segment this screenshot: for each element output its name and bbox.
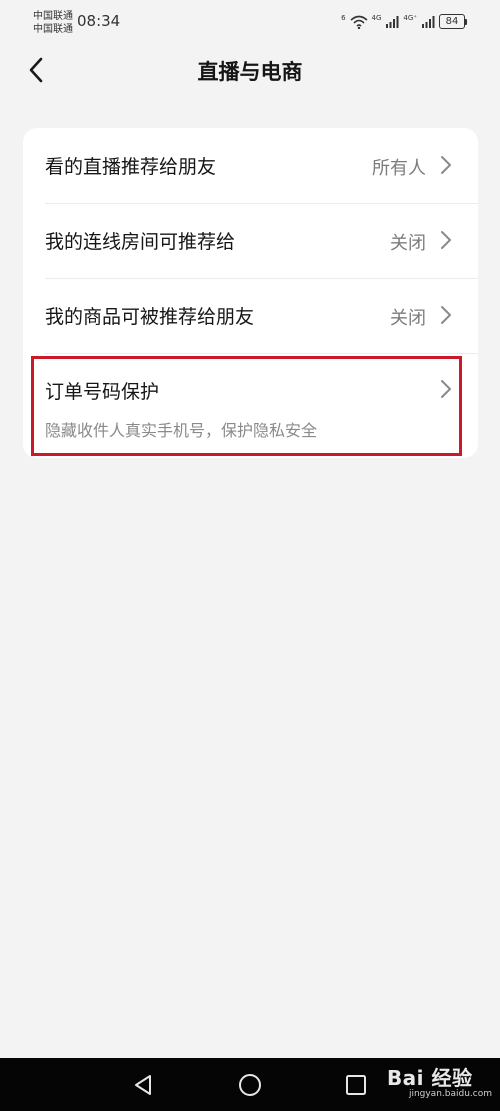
chevron-right-icon	[441, 231, 451, 249]
setting-row-order-number-protection[interactable]: 订单号码保护 隐藏收件人真实手机号，保护隐私安全	[23, 353, 478, 459]
chevron-right-icon	[441, 156, 451, 174]
nav-recents-button[interactable]	[342, 1071, 370, 1099]
setting-value: 关闭	[390, 233, 426, 254]
status-time: 08:34	[77, 12, 121, 30]
battery-tip	[465, 18, 467, 25]
battery-icon: 84	[439, 14, 467, 29]
header: 直播与电商	[0, 44, 500, 96]
nav-home-button[interactable]	[236, 1071, 264, 1099]
signal-2-label: 4G⁺	[403, 13, 417, 22]
setting-label: 订单号码保护	[45, 381, 160, 403]
settings-card: 看的直播推荐给朋友 所有人 我的连线房间可推荐给 关闭 我的商品可被推荐给朋友 …	[23, 128, 478, 458]
setting-subtitle: 隐藏收件人真实手机号，保护隐私安全	[45, 421, 318, 440]
carrier-1: 中国联通	[33, 11, 73, 22]
setting-label: 看的直播推荐给朋友	[45, 156, 217, 178]
page-title: 直播与电商	[197, 60, 303, 84]
baidu-jingyan-watermark: Bai 经验 jingyan.baidu.com	[387, 1062, 492, 1099]
carrier-2: 中国联通	[33, 24, 73, 35]
watermark-sub: jingyan.baidu.com	[408, 1089, 492, 1099]
setting-label: 我的连线房间可推荐给	[45, 231, 236, 253]
setting-row-live-recommend[interactable]: 看的直播推荐给朋友 所有人	[23, 128, 478, 203]
battery-level: 84	[439, 14, 465, 29]
chevron-right-icon	[441, 306, 451, 324]
navigation-bar: Bai 经验 jingyan.baidu.com	[0, 1058, 500, 1111]
setting-row-product-recommend[interactable]: 我的商品可被推荐给朋友 关闭	[23, 278, 478, 353]
status-bar: 中国联通 中国联通 08:34 6 4G 4G⁺ 84	[0, 0, 500, 44]
wifi-label: 6	[341, 13, 346, 22]
triangle-back-icon	[135, 1075, 151, 1095]
setting-value: 所有人	[372, 158, 426, 179]
status-icons: 6 4G 4G⁺ 84	[341, 14, 467, 29]
carrier-labels: 中国联通 中国联通	[33, 10, 73, 36]
square-recents-icon	[346, 1075, 366, 1095]
setting-label: 我的商品可被推荐给朋友	[45, 306, 255, 328]
circle-home-icon	[239, 1074, 261, 1096]
chevron-right-icon	[441, 380, 451, 398]
setting-value: 关闭	[390, 308, 426, 329]
signal-2-icon	[422, 15, 435, 28]
watermark-main: Bai 经验	[386, 1066, 473, 1090]
setting-row-room-recommend[interactable]: 我的连线房间可推荐给 关闭	[23, 203, 478, 278]
wifi-icon	[350, 15, 368, 29]
nav-back-button[interactable]	[129, 1071, 157, 1099]
signal-1-icon	[386, 15, 399, 28]
signal-1-label: 4G	[371, 13, 382, 22]
